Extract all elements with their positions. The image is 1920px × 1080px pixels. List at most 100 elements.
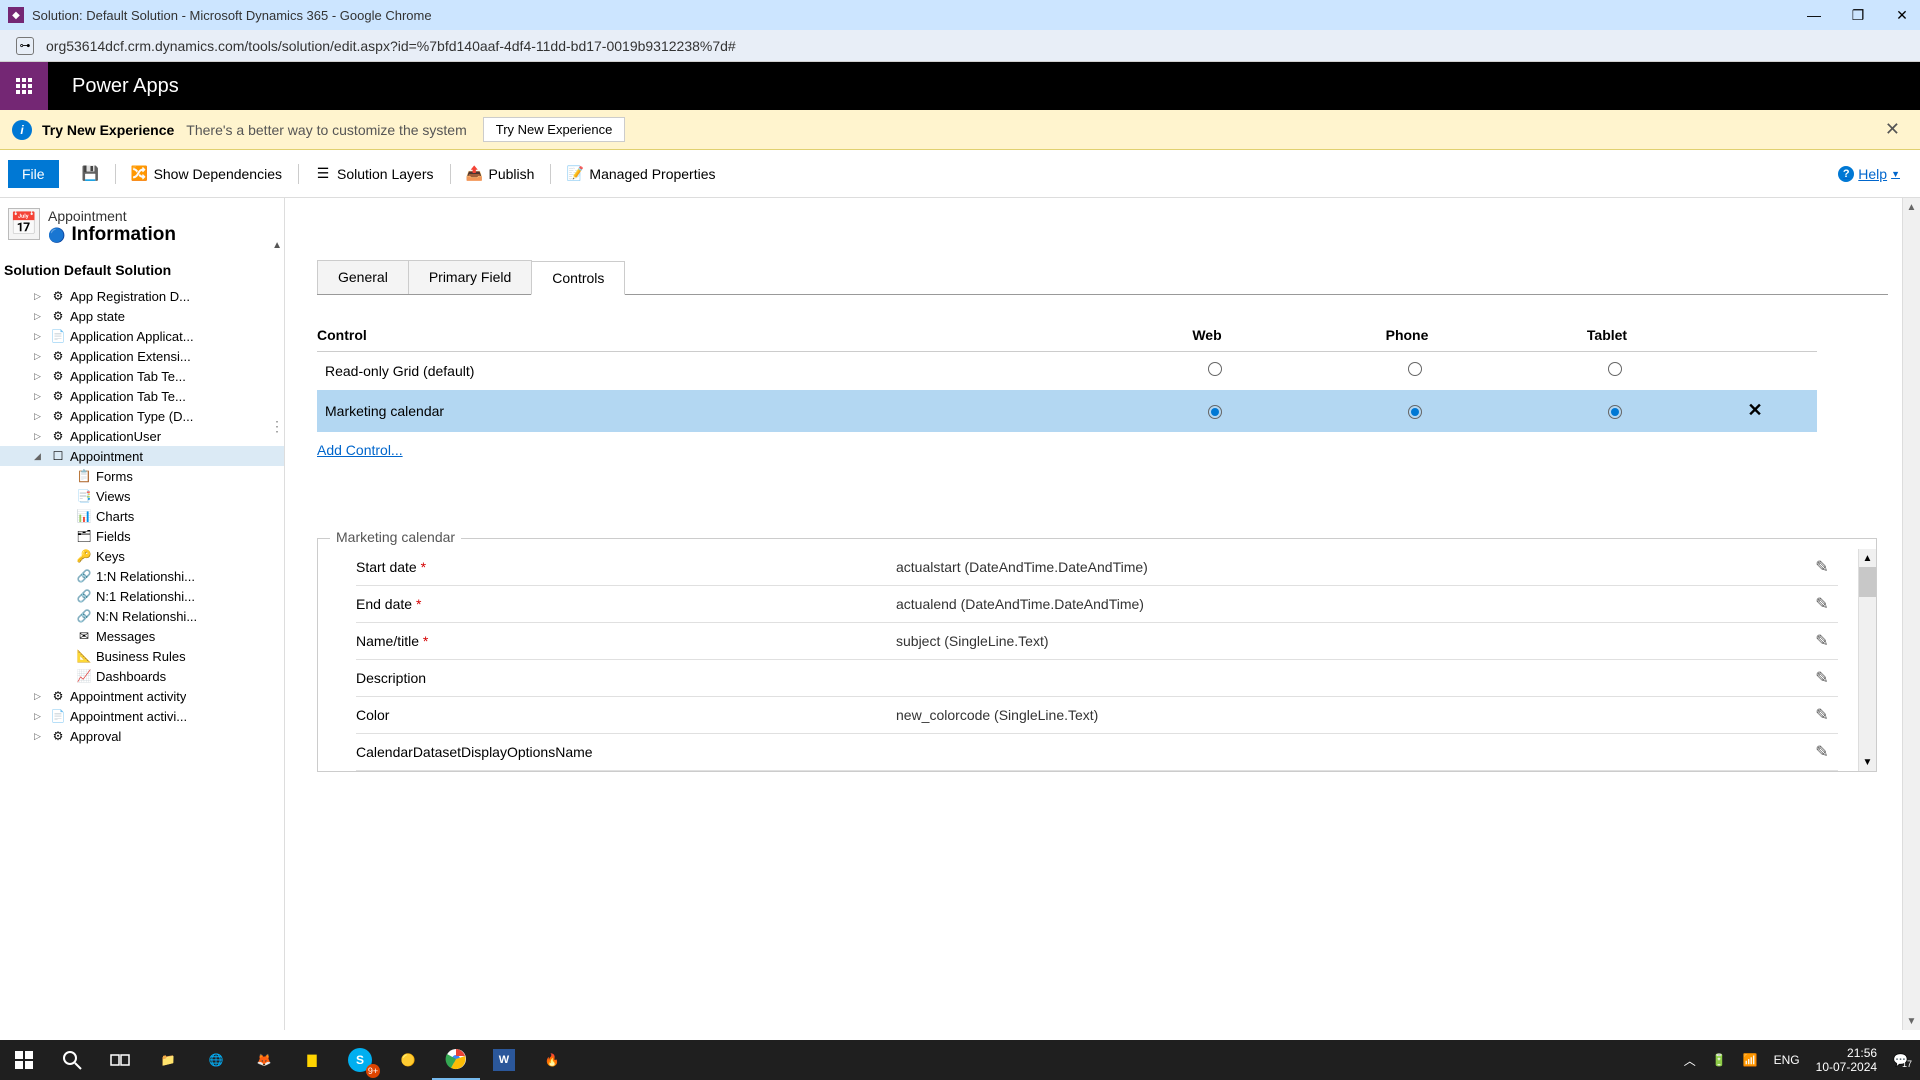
maximize-button[interactable]: ❐ <box>1848 5 1868 25</box>
edit-button[interactable]: ✎ <box>1806 705 1838 725</box>
web-radio[interactable] <box>1208 405 1222 419</box>
app-launcher-button[interactable] <box>0 62 48 110</box>
scroll-down-icon[interactable]: ▼ <box>1859 753 1876 771</box>
tree-item[interactable]: ▷⚙Appointment activity <box>0 686 284 706</box>
tree-child-item[interactable]: 📊Charts <box>0 506 284 526</box>
expand-icon[interactable]: ▷ <box>34 351 46 362</box>
file-menu-button[interactable]: File <box>8 160 59 188</box>
chrome-button[interactable] <box>432 1040 480 1080</box>
show-dependencies-button[interactable]: 🔀Show Dependencies <box>120 166 294 182</box>
task-view-button[interactable] <box>96 1040 144 1080</box>
tree-child-item[interactable]: 🔑Keys <box>0 546 284 566</box>
site-info-icon[interactable]: ⊶ <box>16 37 34 55</box>
notifications-button[interactable]: 💬17 <box>1893 1053 1908 1067</box>
publish-button[interactable]: 📤Publish <box>455 166 547 182</box>
scroll-thumb[interactable] <box>1859 567 1876 597</box>
tree-item[interactable]: ▷⚙ApplicationUser <box>0 426 284 446</box>
tree-child-item[interactable]: 🗂Fields <box>0 526 284 546</box>
add-control-link[interactable]: Add Control... <box>317 432 403 468</box>
form-title: 🔵Information <box>48 224 176 246</box>
expand-icon[interactable]: ▷ <box>34 711 46 722</box>
tree-item[interactable]: ▷⚙Application Tab Te... <box>0 366 284 386</box>
expand-icon[interactable]: ▷ <box>34 431 46 442</box>
expand-icon[interactable]: ◢ <box>34 451 46 462</box>
paint-button[interactable]: 🔥 <box>528 1040 576 1080</box>
expand-icon[interactable]: ▷ <box>34 411 46 422</box>
expand-icon[interactable]: ▷ <box>34 371 46 382</box>
scroll-up-icon[interactable]: ▲ <box>272 240 282 251</box>
chrome-canary-button[interactable]: 🟡 <box>384 1040 432 1080</box>
tree-item[interactable]: ▷⚙App Registration D... <box>0 286 284 306</box>
tree-item[interactable]: ◢☐Appointment <box>0 446 284 466</box>
edge-button[interactable]: 🌐 <box>192 1040 240 1080</box>
edit-button[interactable]: ✎ <box>1806 557 1838 577</box>
scroll-up-icon[interactable]: ▲ <box>1859 549 1876 567</box>
wifi-icon[interactable]: 📶 <box>1743 1053 1758 1067</box>
property-row: Description✎ <box>356 660 1838 697</box>
tab-primary-field[interactable]: Primary Field <box>408 260 532 294</box>
expand-icon[interactable]: ▷ <box>34 731 46 742</box>
firefox-button[interactable]: 🦊 <box>240 1040 288 1080</box>
skype-button[interactable]: S9+ <box>336 1040 384 1080</box>
url-text[interactable]: org53614dcf.crm.dynamics.com/tools/solut… <box>46 38 736 54</box>
scroll-up-icon[interactable]: ▲ <box>1903 198 1920 216</box>
tree-child-item[interactable]: 🔗1:N Relationshi... <box>0 566 284 586</box>
tree-item[interactable]: ▷📄Application Applicat... <box>0 326 284 346</box>
close-button[interactable]: ✕ <box>1892 5 1912 25</box>
grid-row[interactable]: Marketing calendar✕ <box>317 390 1817 432</box>
solution-layers-button[interactable]: ☰Solution Layers <box>303 166 446 182</box>
remove-button[interactable]: ✕ <box>1715 400 1795 421</box>
tray-chevron-icon[interactable]: ︿ <box>1684 1052 1696 1069</box>
scroll-down-icon[interactable]: ▼ <box>1903 1012 1920 1030</box>
expand-icon[interactable]: ▷ <box>34 311 46 322</box>
banner-close-button[interactable]: ✕ <box>1877 119 1908 140</box>
property-label: CalendarDatasetDisplayOptionsName <box>356 744 896 760</box>
sticky-notes-button[interactable]: ▇ <box>288 1040 336 1080</box>
expand-icon[interactable]: ▷ <box>34 291 46 302</box>
tablet-radio[interactable] <box>1608 362 1622 376</box>
tree-item[interactable]: ▷⚙Application Type (D... <box>0 406 284 426</box>
resize-handle[interactable]: ⋮ <box>270 418 284 435</box>
start-button[interactable] <box>0 1040 48 1080</box>
file-explorer-button[interactable]: 📁 <box>144 1040 192 1080</box>
tree-child-item[interactable]: 🔗N:1 Relationshi... <box>0 586 284 606</box>
tab-controls[interactable]: Controls <box>531 261 625 295</box>
tree-item[interactable]: ▷📄Appointment activi... <box>0 706 284 726</box>
tree-item[interactable]: ▷⚙App state <box>0 306 284 326</box>
tree-child-item[interactable]: 📈Dashboards <box>0 666 284 686</box>
tree-item[interactable]: ▷⚙Approval <box>0 726 284 746</box>
expand-icon[interactable]: ▷ <box>34 331 46 342</box>
content-scrollbar[interactable]: ▲ ▼ <box>1902 198 1920 1030</box>
minimize-button[interactable]: — <box>1804 5 1824 25</box>
expand-icon[interactable]: ▷ <box>34 391 46 402</box>
edit-button[interactable]: ✎ <box>1806 742 1838 762</box>
web-radio[interactable] <box>1208 362 1222 376</box>
language-indicator[interactable]: ENG <box>1774 1053 1800 1067</box>
save-button[interactable]: 💾 <box>71 166 111 182</box>
expand-icon[interactable]: ▷ <box>34 691 46 702</box>
edit-button[interactable]: ✎ <box>1806 631 1838 651</box>
help-link[interactable]: ?Help▼ <box>1838 166 1912 182</box>
managed-properties-button[interactable]: 📝Managed Properties <box>555 166 727 182</box>
word-button[interactable]: W <box>480 1040 528 1080</box>
clock[interactable]: 21:56 10-07-2024 <box>1816 1046 1877 1075</box>
phone-radio[interactable] <box>1408 405 1422 419</box>
grid-row[interactable]: Read-only Grid (default) <box>317 352 1817 390</box>
fieldset-scrollbar[interactable]: ▲ ▼ <box>1858 549 1876 771</box>
tree-child-item[interactable]: 🔗N:N Relationshi... <box>0 606 284 626</box>
tree-item[interactable]: ▷⚙Application Tab Te... <box>0 386 284 406</box>
tree-child-item[interactable]: 📑Views <box>0 486 284 506</box>
tree-child-item[interactable]: 📐Business Rules <box>0 646 284 666</box>
item-icon: 📑 <box>76 488 92 504</box>
tree-child-item[interactable]: 📋Forms <box>0 466 284 486</box>
tree-child-item[interactable]: ✉Messages <box>0 626 284 646</box>
tab-general[interactable]: General <box>317 260 409 294</box>
search-button[interactable] <box>48 1040 96 1080</box>
try-new-experience-button[interactable]: Try New Experience <box>483 117 626 142</box>
edit-button[interactable]: ✎ <box>1806 668 1838 688</box>
battery-icon[interactable]: 🔋 <box>1712 1053 1727 1067</box>
edit-button[interactable]: ✎ <box>1806 594 1838 614</box>
phone-radio[interactable] <box>1408 362 1422 376</box>
tablet-radio[interactable] <box>1608 405 1622 419</box>
tree-item[interactable]: ▷⚙Application Extensi... <box>0 346 284 366</box>
